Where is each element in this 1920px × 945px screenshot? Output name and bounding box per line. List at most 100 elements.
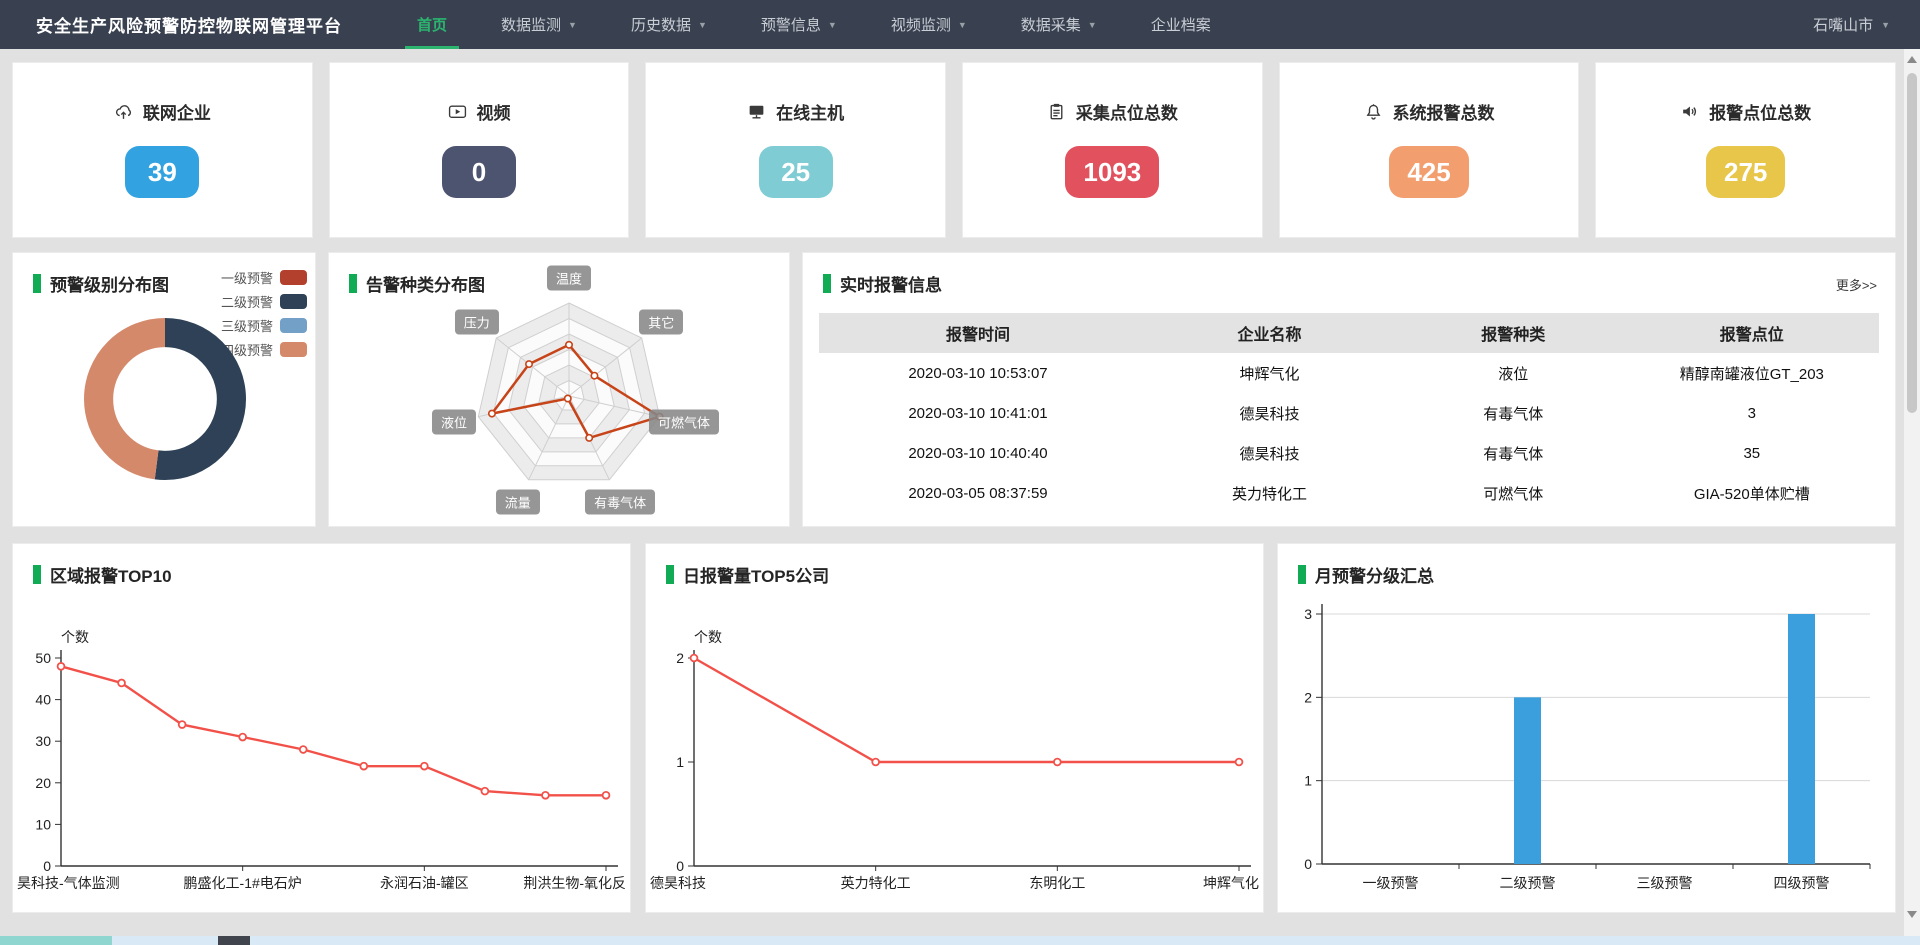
- table-cell: 德昊科技: [1137, 403, 1402, 424]
- app-title: 安全生产风险预警防控物联网管理平台: [36, 12, 342, 37]
- table-cell: 2020-03-10 10:40:40: [819, 445, 1137, 462]
- stat-card-label: 视频: [477, 99, 511, 124]
- alarm-type-radar-chart: [329, 253, 791, 528]
- monthly-warning-bar-chart: 0123一级预警二级预警三级预警四级预警: [1278, 544, 1897, 914]
- stat-card-label: 采集点位总数: [1076, 99, 1178, 124]
- stat-card-4: 采集点位总数 1093: [962, 62, 1263, 238]
- svg-text:坤辉气化: 坤辉气化: [1203, 875, 1259, 891]
- alarm-type-panel: 告警种类分布图 温度其它可燃气体有毒气体流量液位压力: [328, 252, 790, 527]
- warning-level-donut-chart: [13, 253, 317, 528]
- table-header-cell: 报警时间: [819, 321, 1137, 345]
- svg-text:四级预警: 四级预警: [1774, 875, 1830, 891]
- svg-text:一级预警: 一级预警: [1363, 875, 1419, 891]
- svg-text:英力特化工: 英力特化工: [841, 875, 911, 891]
- svg-text:40: 40: [35, 692, 51, 708]
- svg-text:0: 0: [1304, 856, 1312, 872]
- menu-item-label: 预警信息: [761, 14, 821, 35]
- chevron-down-icon: ▼: [1881, 20, 1890, 30]
- table-row[interactable]: 2020-03-10 10:41:01德昊科技有毒气体3: [819, 393, 1879, 433]
- stat-card-value: 1093: [1065, 146, 1159, 198]
- stat-card-label: 报警点位总数: [1709, 99, 1811, 124]
- table-header-cell: 报警点位: [1625, 321, 1879, 345]
- clipboard-icon: [1047, 102, 1066, 121]
- menu-item-4[interactable]: 预警信息 ▼: [749, 0, 849, 49]
- background-window-edge: [0, 936, 1920, 945]
- title-bar-icon: [823, 274, 831, 293]
- radar-axis-label: 流量: [496, 490, 540, 515]
- stat-card-label: 在线主机: [776, 99, 844, 124]
- stat-card-6: 报警点位总数 275: [1595, 62, 1896, 238]
- svg-text:永润石油-罐区: 永润石油-罐区: [380, 875, 469, 891]
- table-cell: 英力特化工: [1137, 483, 1402, 504]
- vertical-scrollbar[interactable]: [1904, 49, 1920, 936]
- svg-text:昊科技-气体监测: 昊科技-气体监测: [17, 875, 120, 891]
- table-cell: 德昊科技: [1137, 443, 1402, 464]
- svg-text:荆洪生物-氧化反: 荆洪生物-氧化反: [523, 875, 626, 891]
- menu-item-label: 视频监测: [891, 14, 951, 35]
- scroll-up-arrow-icon[interactable]: [1907, 56, 1917, 63]
- menu-item-1[interactable]: 首页: [405, 0, 459, 49]
- table-cell: 液位: [1402, 363, 1625, 384]
- svg-text:2: 2: [676, 650, 684, 666]
- radar-axis-label: 可燃气体: [649, 410, 719, 435]
- table-row[interactable]: 2020-03-10 10:40:40德昊科技有毒气体35: [819, 433, 1879, 473]
- menu-item-label: 数据监测: [501, 14, 561, 35]
- region-selector[interactable]: 石嘴山市 ▼: [1813, 0, 1890, 49]
- background-window-fragment: [0, 936, 112, 945]
- stat-card-label: 系统报警总数: [1393, 99, 1495, 124]
- table-header-row: 报警时间企业名称报警种类报警点位: [819, 313, 1879, 353]
- navbar: 安全生产风险预警防控物联网管理平台 首页数据监测▼历史数据▼预警信息▼视频监测▼…: [0, 0, 1920, 49]
- table-cell: 3: [1625, 405, 1879, 422]
- menu-item-2[interactable]: 数据监测 ▼: [489, 0, 589, 49]
- bell-icon: [1364, 102, 1383, 121]
- svg-text:0: 0: [676, 858, 684, 874]
- svg-text:0: 0: [43, 858, 51, 874]
- table-row[interactable]: 2020-03-10 10:53:07坤辉气化液位精醇南罐液位GT_203: [819, 353, 1879, 393]
- radar-axis-label: 压力: [455, 310, 499, 335]
- stat-cards-row: 联网企业39 视频 0 在线主机 25 采集点位总数 1093 系统报警总数 425 报警点位总数…: [12, 62, 1896, 238]
- radar-axis-label: 其它: [639, 310, 683, 335]
- warning-level-panel: 预警级别分布图 一级预警二级预警三级预警四级预警: [12, 252, 316, 527]
- monitor-icon: [747, 102, 766, 121]
- monthly-warning-summary-panel: 月预警分级汇总 0123一级预警二级预警三级预警四级预警: [1277, 543, 1896, 913]
- stat-card-2: 视频 0: [329, 62, 630, 238]
- alarm-table: 报警时间企业名称报警种类报警点位2020-03-10 10:53:07坤辉气化液…: [819, 313, 1879, 513]
- table-row[interactable]: 2020-03-05 08:37:59英力特化工可燃气体GIA-520单体贮槽: [819, 473, 1879, 513]
- stat-card-value: 425: [1389, 146, 1468, 198]
- svg-text:东明化工: 东明化工: [1029, 875, 1085, 891]
- table-cell: 2020-03-05 08:37:59: [819, 485, 1137, 502]
- chevron-down-icon: ▼: [568, 20, 577, 30]
- svg-text:10: 10: [35, 816, 51, 832]
- stat-card-value: 275: [1706, 146, 1785, 198]
- svg-text:三级预警: 三级预警: [1637, 875, 1693, 891]
- stat-card-label: 联网企业: [143, 99, 211, 124]
- table-cell: 有毒气体: [1402, 443, 1625, 464]
- stat-card-value: 0: [442, 146, 516, 198]
- radar-axis-label: 温度: [547, 266, 591, 291]
- chevron-down-icon: ▼: [698, 20, 707, 30]
- scrollbar-thumb[interactable]: [1907, 73, 1917, 413]
- menu-item-3[interactable]: 历史数据▼: [619, 0, 719, 49]
- chevron-down-icon: ▼: [828, 20, 837, 30]
- table-header-cell: 报警种类: [1402, 321, 1625, 345]
- region-alarm-top10-panel: 区域报警TOP10 01020304050个数昊科技-气体监测鹏盛化工-1#电石…: [12, 543, 631, 913]
- main-menu: 首页数据监测▼历史数据▼预警信息▼视频监测▼数据采集▼企业档案: [405, 0, 1223, 49]
- svg-text:2: 2: [1304, 689, 1312, 705]
- more-link[interactable]: 更多>>: [1836, 275, 1877, 294]
- stat-card-value: 25: [759, 146, 833, 198]
- region-label: 石嘴山市: [1813, 14, 1873, 35]
- table-cell: 精醇南罐液位GT_203: [1625, 363, 1879, 384]
- stat-card-3: 在线主机 25: [645, 62, 946, 238]
- stat-card-1: 联网企业39: [12, 62, 313, 238]
- svg-text:二级预警: 二级预警: [1500, 875, 1556, 891]
- speaker-icon: [1680, 102, 1699, 121]
- menu-item-6[interactable]: 数据采集▼: [1009, 0, 1109, 49]
- menu-item-5[interactable]: 视频监测 ▼: [879, 0, 979, 49]
- realtime-alarm-panel: 实时报警信息 更多>> 报警时间企业名称报警种类报警点位2020-03-10 1…: [802, 252, 1896, 527]
- scroll-down-arrow-icon[interactable]: [1907, 911, 1917, 918]
- svg-text:个数: 个数: [61, 629, 89, 645]
- radar-axis-label: 有毒气体: [585, 490, 655, 515]
- daily-alarm-top5-line-chart: 012个数德昊科技英力特化工东明化工坤辉气化: [646, 544, 1265, 914]
- chevron-down-icon: ▼: [958, 20, 967, 30]
- menu-item-7[interactable]: 企业档案: [1139, 0, 1223, 49]
